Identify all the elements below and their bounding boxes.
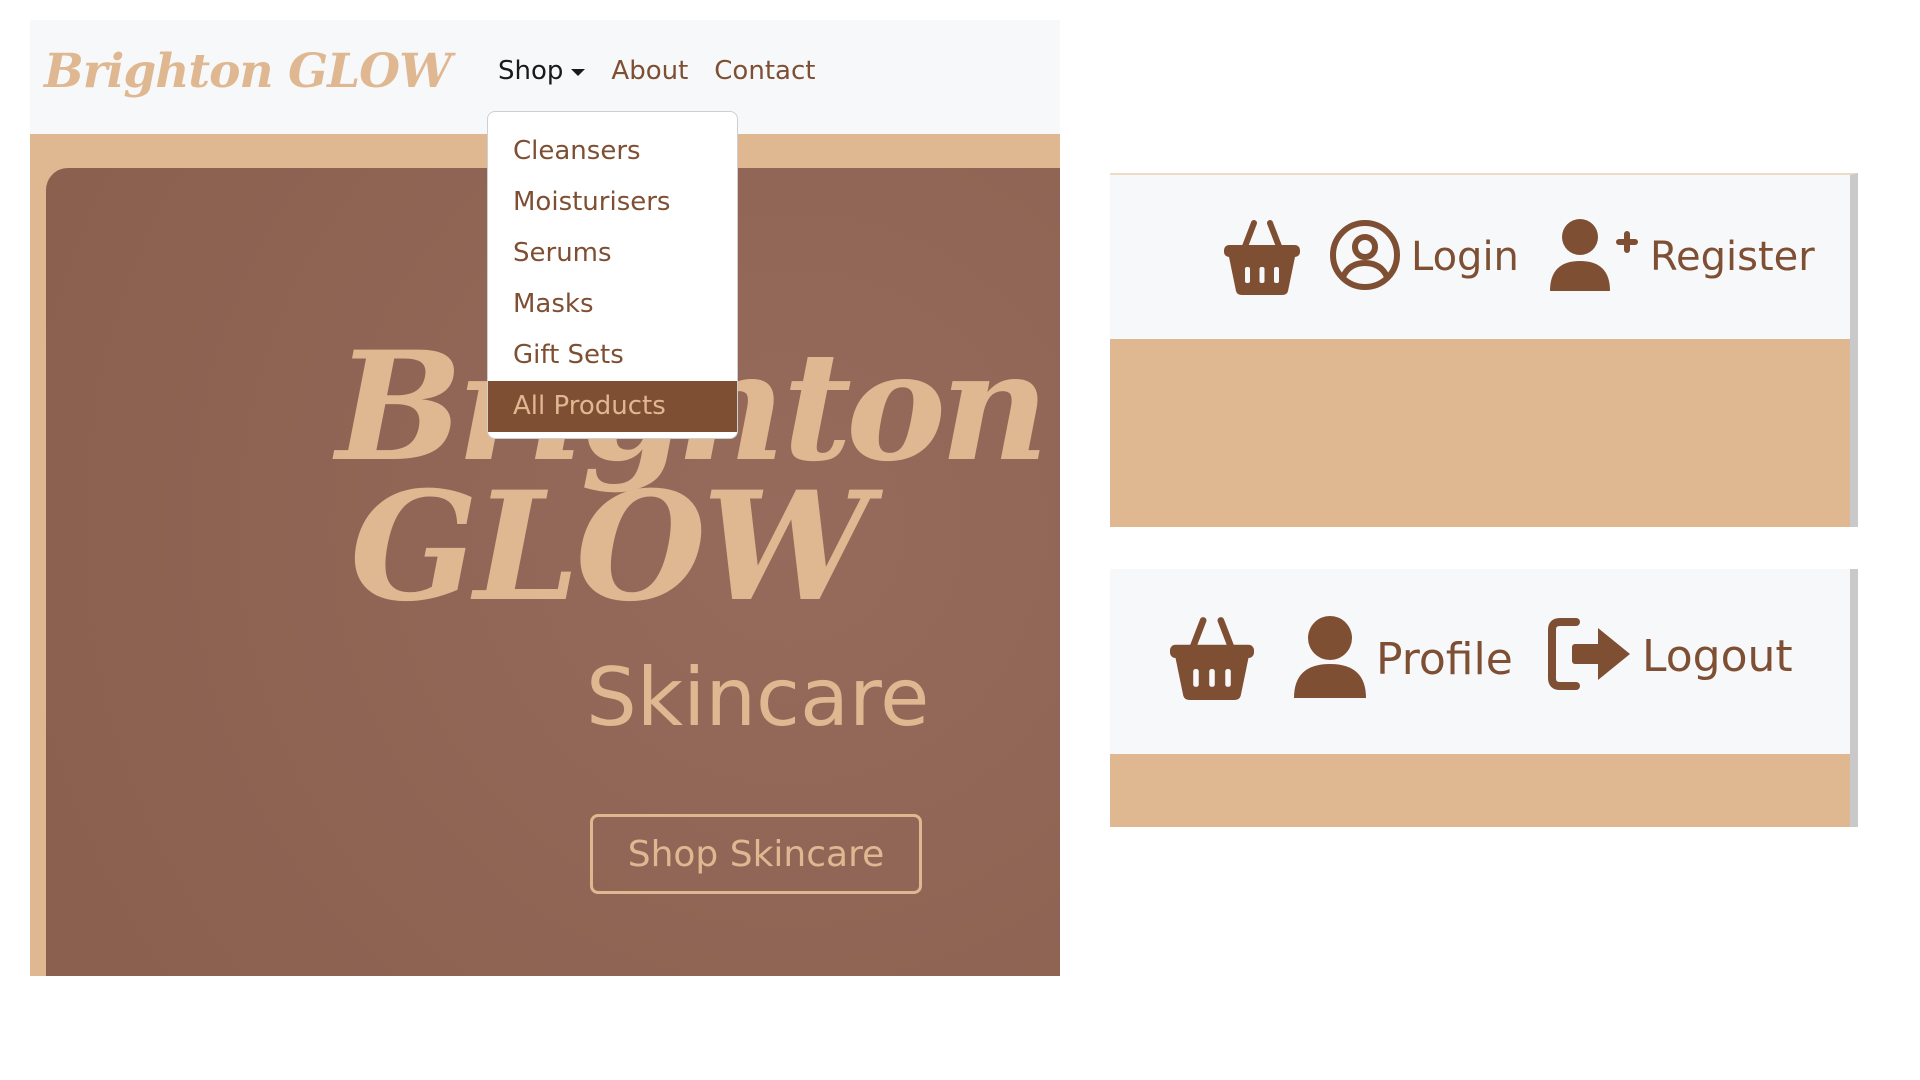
user-circle-icon bbox=[1329, 219, 1401, 295]
site-mockup: Brighton GLOW Skincare Shop Skincare Bri… bbox=[30, 20, 1060, 976]
register-button[interactable]: Register bbox=[1550, 219, 1815, 295]
hero-title-line2: GLOW bbox=[350, 458, 871, 635]
nav-contact[interactable]: Contact bbox=[714, 56, 815, 86]
shop-dropdown-menu: Cleansers Moisturisers Serums Masks Gift… bbox=[487, 111, 738, 439]
dropdown-item-moisturisers[interactable]: Moisturisers bbox=[488, 177, 737, 228]
basket-button[interactable] bbox=[1222, 219, 1302, 299]
basket-icon bbox=[1222, 219, 1302, 299]
profile-label: Profile bbox=[1376, 633, 1513, 685]
dropdown-item-all-products[interactable]: All Products bbox=[488, 381, 737, 432]
nav-panel-logged-in: Profile Logout bbox=[1110, 569, 1858, 827]
profile-button[interactable]: Profile bbox=[1294, 616, 1513, 702]
sign-out-icon bbox=[1548, 616, 1632, 696]
screenshot-stage: Brighton GLOW Skincare Shop Skincare Bri… bbox=[0, 0, 1920, 1080]
logout-button[interactable]: Logout bbox=[1548, 616, 1793, 696]
login-button[interactable]: Login bbox=[1329, 219, 1519, 295]
brand-logo[interactable]: Brighton GLOW bbox=[44, 44, 452, 99]
basket-button[interactable] bbox=[1166, 616, 1258, 704]
nav-panel-logged-in-bar: Profile Logout bbox=[1110, 569, 1850, 754]
login-label: Login bbox=[1411, 234, 1519, 280]
caret-down-icon bbox=[571, 68, 586, 76]
user-icon bbox=[1294, 616, 1366, 702]
dropdown-item-masks[interactable]: Masks bbox=[488, 279, 737, 330]
nav-about[interactable]: About bbox=[611, 56, 688, 86]
nav-links: Shop About Contact bbox=[498, 56, 815, 86]
shop-skincare-button[interactable]: Shop Skincare bbox=[590, 814, 922, 894]
nav-panel-logged-out: Login Register bbox=[1110, 173, 1858, 527]
register-label: Register bbox=[1650, 234, 1815, 280]
nav-shop-label: Shop bbox=[498, 56, 564, 86]
hero-subtitle: Skincare bbox=[586, 651, 930, 744]
basket-icon bbox=[1166, 616, 1258, 704]
dropdown-item-serums[interactable]: Serums bbox=[488, 228, 737, 279]
dropdown-item-gift-sets[interactable]: Gift Sets bbox=[488, 330, 737, 381]
nav-panel-logged-out-bar: Login Register bbox=[1110, 175, 1850, 339]
user-plus-icon bbox=[1550, 219, 1640, 295]
dropdown-item-cleansers[interactable]: Cleansers bbox=[488, 126, 737, 177]
nav-shop-dropdown-toggle[interactable]: Shop bbox=[498, 56, 586, 86]
logout-label: Logout bbox=[1642, 630, 1793, 682]
